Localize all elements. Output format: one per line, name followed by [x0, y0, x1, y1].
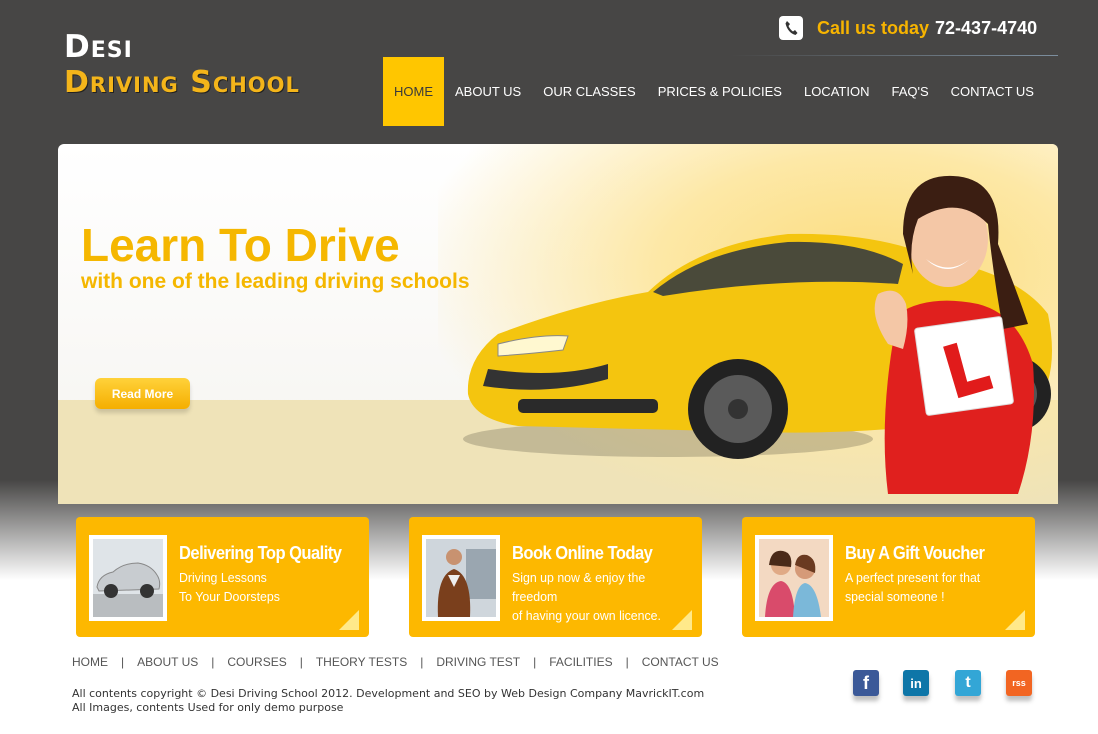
- feature-thumbnail: [422, 535, 500, 621]
- nav-faqs[interactable]: FAQ'S: [880, 57, 939, 126]
- separator: |: [299, 655, 303, 669]
- nav-about-us[interactable]: ABOUT US: [444, 57, 532, 126]
- feature-thumbnail: [89, 535, 167, 621]
- nav-prices-policies[interactable]: PRICES & POLICIES: [647, 57, 793, 126]
- read-more-button[interactable]: Read More: [95, 378, 190, 409]
- separator: |: [211, 655, 215, 669]
- footer-link-contact-us[interactable]: CONTACT US: [642, 655, 719, 669]
- separator: |: [121, 655, 125, 669]
- corner-fold-icon: [339, 610, 359, 630]
- feature-text: A perfect present for that special someo…: [845, 570, 981, 604]
- feature-box-book-online[interactable]: Book Online Today Sign up now & enjoy th…: [409, 517, 702, 637]
- footer-link-home[interactable]: HOME: [72, 655, 108, 669]
- hero-subtitle: with one of the leading driving schools: [81, 270, 470, 293]
- feature-text: Sign up now & enjoy the freedom of havin…: [512, 570, 661, 623]
- footer-link-about-us[interactable]: ABOUT US: [137, 655, 198, 669]
- copyright: All contents copyright © Desi Driving Sc…: [72, 687, 704, 715]
- feature-title: Buy A Gift Voucher: [845, 543, 985, 563]
- feature-box-gift-voucher[interactable]: Buy A Gift Voucher A perfect present for…: [742, 517, 1035, 637]
- corner-fold-icon: [672, 610, 692, 630]
- site-logo[interactable]: Desi Driving School: [64, 30, 300, 102]
- car-photo: [93, 539, 163, 617]
- nav-our-classes[interactable]: OUR CLASSES: [532, 57, 646, 126]
- nav-contact-us[interactable]: CONTACT US: [940, 57, 1045, 126]
- feature-title: Book Online Today: [512, 543, 653, 563]
- footer-link-facilities[interactable]: FACILITIES: [549, 655, 612, 669]
- linkedin-icon[interactable]: in: [903, 670, 929, 696]
- phone-number[interactable]: 72-437-4740: [935, 18, 1037, 39]
- hero-car-image: [463, 175, 1053, 494]
- nav-location[interactable]: LOCATION: [793, 57, 881, 126]
- header-divider: [730, 55, 1058, 56]
- feature-box-quality[interactable]: Delivering Top Quality Driving Lessons T…: [76, 517, 369, 637]
- copyright-text: All contents copyright © Desi Driving Sc…: [72, 687, 705, 700]
- separator: |: [533, 655, 537, 669]
- call-label: Call us today: [817, 17, 930, 38]
- logo-line-2: Driving School: [64, 65, 300, 100]
- logo-line-1: Desi: [64, 29, 133, 65]
- friends-photo: [759, 539, 829, 617]
- phone-icon: [779, 16, 803, 40]
- rss-icon[interactable]: rss: [1006, 670, 1032, 696]
- hero-banner: Learn To Drive with one of the leading d…: [58, 144, 1058, 504]
- corner-fold-icon: [1005, 610, 1025, 630]
- feature-title: Delivering Top Quality: [179, 543, 342, 563]
- footer-link-theory-tests[interactable]: THEORY TESTS: [316, 655, 407, 669]
- facebook-icon[interactable]: f: [853, 670, 879, 696]
- separator: |: [625, 655, 629, 669]
- main-nav: HOME ABOUT US OUR CLASSES PRICES & POLIC…: [383, 57, 1045, 126]
- footer-link-driving-test[interactable]: DRIVING TEST: [436, 655, 520, 669]
- people-photo: [426, 539, 496, 617]
- footer-link-courses[interactable]: COURSES: [227, 655, 286, 669]
- feature-text: Driving Lessons To Your Doorsteps: [179, 570, 280, 604]
- twitter-icon[interactable]: t: [955, 670, 981, 696]
- hero-title: Learn To Drive: [81, 219, 400, 271]
- feature-thumbnail: [755, 535, 833, 621]
- footer-nav: HOME | ABOUT US | COURSES | THEORY TESTS | D…: [72, 655, 719, 669]
- nav-home[interactable]: HOME: [383, 57, 444, 126]
- call-us: Call us today 72-437-4740: [779, 15, 1037, 41]
- separator: |: [420, 655, 424, 669]
- disclaimer-text: All Images, contents Used for only demo …: [72, 701, 344, 714]
